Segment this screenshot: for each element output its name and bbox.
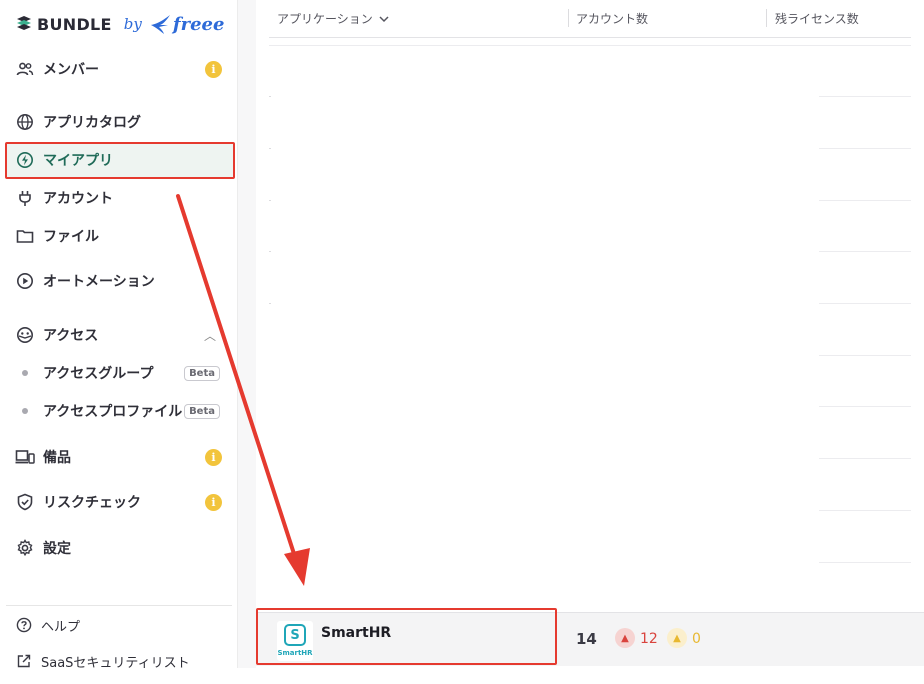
app-name[interactable]: SmartHR [321, 625, 391, 641]
bundle-logo[interactable]: BUNDLE by freee [15, 10, 224, 38]
critical-alert-count[interactable]: 12 [640, 631, 658, 647]
bundle-logo-icon [17, 16, 31, 30]
column-divider [766, 9, 767, 27]
table-row-divider [819, 562, 911, 563]
table-row-divider [819, 251, 911, 252]
table-row-divider [819, 200, 911, 201]
alert-triangle-icon: ▲ [615, 628, 635, 648]
sidebar-item-label: ファイル [43, 229, 99, 245]
sidebar-item-app-catalog[interactable]: アプリカタログ [6, 105, 234, 139]
table-row-divider [819, 96, 911, 97]
sidebar-item-risk-check[interactable]: リスクチェック i [6, 485, 234, 519]
freee-bird-icon [150, 15, 170, 34]
sidebar-item-label: 設定 [43, 541, 71, 557]
info-icon[interactable]: i [205, 493, 222, 511]
sidebar: BUNDLE by freee メンバー i アプリカタログ マイアプリ アカウ… [0, 0, 238, 671]
column-divider [568, 9, 569, 27]
table-row-divider [819, 406, 911, 407]
table-row[interactable]: S SmartHR SmartHR 14 ▲ 12 ▲ 0 [256, 612, 924, 666]
access-face-icon [15, 325, 35, 345]
beta-badge: Beta [184, 365, 220, 381]
bullet-icon [22, 408, 28, 414]
sidebar-footer-divider [6, 605, 232, 606]
plug-icon [15, 188, 35, 208]
sidebar-subitem-access-profiles[interactable]: アクセスプロファイル Beta [6, 396, 234, 426]
account-count: 14 [576, 630, 597, 648]
lightning-icon [15, 150, 35, 170]
table-row-divider [819, 510, 911, 511]
row-tick [269, 148, 271, 149]
sidebar-item-label: 備品 [43, 450, 71, 466]
devices-icon [15, 447, 35, 467]
chevron-down-icon [379, 15, 389, 22]
sidebar-subitem-access-groups[interactable]: アクセスグループ Beta [6, 358, 234, 388]
users-icon [15, 59, 35, 79]
shield-check-icon [15, 492, 35, 512]
freee-brand-text: freee [172, 13, 225, 35]
sidebar-item-accounts[interactable]: アカウント [6, 181, 234, 215]
row-tick [269, 200, 271, 201]
sidebar-item-label: アプリカタログ [43, 115, 141, 131]
gear-icon [15, 538, 35, 558]
table-row-divider [269, 45, 911, 46]
sidebar-item-automation[interactable]: オートメーション [6, 264, 234, 298]
beta-badge: Beta [184, 403, 220, 419]
bottom-strip [0, 668, 924, 684]
play-circle-icon [15, 271, 35, 291]
folder-icon [15, 226, 35, 246]
sidebar-item-my-apps[interactable]: マイアプリ [6, 143, 234, 177]
row-tick [269, 303, 271, 304]
sidebar-footer-label: ヘルプ [41, 619, 81, 635]
info-icon[interactable]: i [205, 448, 222, 466]
sidebar-item-label: アクセスグループ [43, 366, 154, 382]
bundle-brand-text: BUNDLE [37, 14, 112, 34]
column-header-application[interactable]: アプリケーション [277, 10, 389, 27]
sidebar-item-label: アクセスプロファイル [43, 404, 183, 420]
sidebar-item-label: リスクチェック [43, 495, 141, 511]
chevron-up-icon[interactable]: ︿ [204, 327, 216, 344]
sidebar-item-settings[interactable]: 設定 [6, 531, 234, 565]
column-header-remaining-licenses[interactable]: 残ライセンス数 [775, 10, 859, 27]
warning-alert-count[interactable]: 0 [692, 631, 701, 647]
globe-icon [15, 112, 35, 132]
smarthr-logo-caption: SmartHR [277, 649, 313, 657]
sidebar-item-label: メンバー [43, 62, 99, 78]
info-icon[interactable]: i [205, 60, 222, 78]
by-text: by [123, 15, 142, 33]
warning-triangle-icon: ▲ [667, 628, 687, 648]
sidebar-footer-help[interactable]: ヘルプ [15, 614, 80, 636]
table-row-divider [819, 148, 911, 149]
main-content: アプリケーション アカウント数 残ライセンス数 S SmartHR SmartH… [238, 0, 924, 668]
help-circle-icon [15, 616, 33, 634]
sidebar-item-label: オートメーション [43, 274, 155, 290]
table-header: アプリケーション アカウント数 残ライセンス数 [269, 0, 911, 38]
sidebar-item-equipment[interactable]: 備品 i [6, 440, 234, 474]
sidebar-item-label: マイアプリ [43, 153, 113, 169]
smarthr-logo: S SmartHR [277, 621, 313, 661]
row-tick [269, 96, 271, 97]
smarthr-logo-icon: S [284, 624, 306, 646]
table-row-divider [819, 355, 911, 356]
sidebar-item-files[interactable]: ファイル [6, 219, 234, 253]
row-tick [269, 251, 271, 252]
app-cell[interactable]: S SmartHR SmartHR [256, 613, 556, 667]
bullet-icon [22, 370, 28, 376]
sidebar-item-label: アカウント [43, 191, 113, 207]
table-row-divider [819, 303, 911, 304]
sidebar-item-access[interactable]: アクセス ︿ [6, 318, 234, 352]
sidebar-item-members[interactable]: メンバー i [6, 52, 234, 86]
table-row-divider [819, 458, 911, 459]
apps-table: アプリケーション アカウント数 残ライセンス数 [256, 0, 924, 668]
column-header-accounts[interactable]: アカウント数 [576, 10, 648, 27]
sidebar-item-label: アクセス [43, 328, 99, 344]
